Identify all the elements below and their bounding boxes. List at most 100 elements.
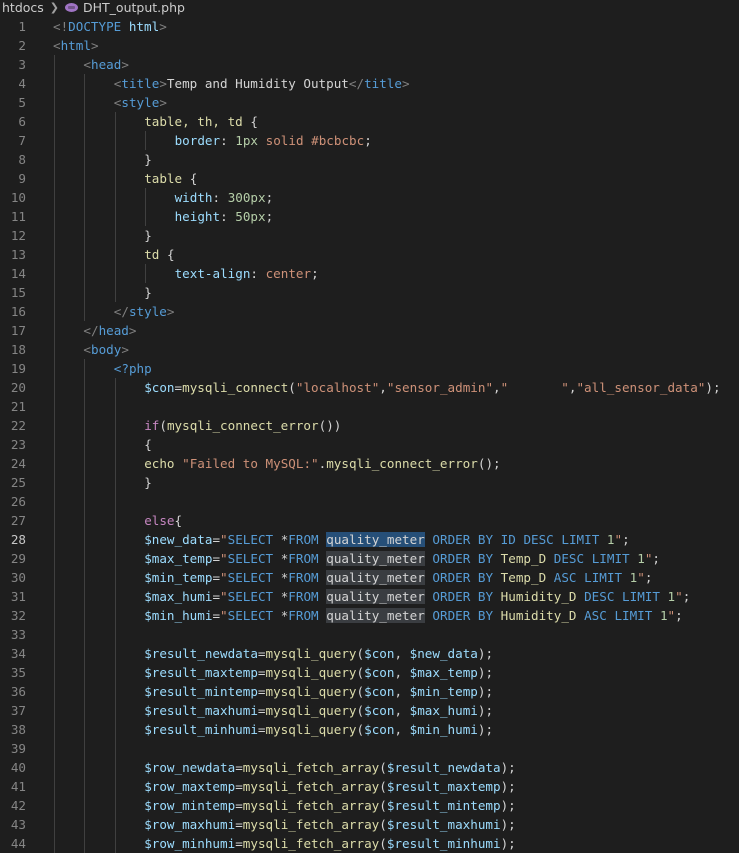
indent-guide	[84, 188, 86, 207]
line-number: 26	[10, 494, 26, 509]
indent-guide	[84, 663, 86, 682]
code-line[interactable]: 34 $result_newdata=mysqli_query($con, $ne…	[0, 644, 739, 663]
breadcrumb-file[interactable]: DHT_output.php	[83, 0, 185, 15]
code-line[interactable]: 5 <style>	[0, 93, 739, 112]
code-line[interactable]: 14 text-align: center;	[0, 264, 739, 283]
code-token: =	[212, 551, 221, 566]
code-line[interactable]: 18 <body>	[0, 340, 739, 359]
code-text: $result_maxhumi=mysqli_query($con, $max_…	[144, 701, 493, 720]
code-line[interactable]: 32 $min_humi="SELECT *FROM quality_meter …	[0, 606, 739, 625]
code-line[interactable]: 10 width: 300px;	[0, 188, 739, 207]
code-line[interactable]: 25}	[0, 473, 739, 492]
indent-guide	[54, 720, 55, 739]
code-line[interactable]: 13 td {	[0, 245, 739, 264]
code-line[interactable]: 42 $row_mintemp=mysqli_fetch_array($resul…	[0, 796, 739, 815]
code-token: SELECT	[227, 570, 274, 585]
breadcrumb-folder[interactable]: htdocs	[2, 0, 44, 15]
code-editor[interactable]: 1 <!DOCTYPE html> 2 <html> 3 <head> 4 <title>Te…	[0, 17, 739, 853]
code-line[interactable]: 22 if(mysqli_connect_error())	[0, 416, 739, 435]
code-token: DESC	[553, 551, 585, 566]
line-number: 15	[10, 285, 26, 300]
code-line[interactable]: 37 $result_maxhumi=mysqli_query($con, $ma…	[0, 701, 739, 720]
code-token: =	[257, 665, 266, 680]
code-text: <!DOCTYPE html>	[53, 17, 167, 36]
indent-guide	[84, 169, 86, 188]
code-line[interactable]: 12}	[0, 226, 739, 245]
indent-guide	[54, 435, 55, 454]
code-text: $row_maxhumi=mysqli_fetch_array($result_…	[144, 815, 516, 834]
code-token: =	[235, 779, 243, 794]
code-line[interactable]: 9 table {	[0, 169, 739, 188]
code-token: ;	[652, 551, 660, 566]
code-line[interactable]: 7 border: 1px solid #bcbcbc;	[0, 131, 739, 150]
code-line[interactable]: 19 <?php	[0, 359, 739, 378]
code-line[interactable]: 3 <head>	[0, 55, 739, 74]
code-line[interactable]: 36 $result_mintemp=mysqli_query($con, $mi…	[0, 682, 739, 701]
indent-guide	[114, 397, 116, 416]
code-text: <head>	[83, 55, 129, 74]
code-line[interactable]: 28 $new_data="SELECT *FROM quality_meter …	[0, 530, 739, 549]
code-token: ORDER BY	[432, 532, 494, 547]
code-line[interactable]: 2 <html>	[0, 36, 739, 55]
code-line[interactable]: 38 $result_minhumi=mysqli_query($con, $mi…	[0, 720, 739, 739]
indent-guide	[114, 549, 116, 568]
code-line[interactable]: 43 $row_maxhumi=mysqli_fetch_array($resul…	[0, 815, 739, 834]
code-line[interactable]: 20 $con=mysqli_connect("localhost","senso…	[0, 378, 739, 397]
code-line[interactable]: 33	[0, 625, 739, 644]
code-token: );	[500, 817, 516, 832]
code-token: (	[379, 817, 387, 832]
code-token: =	[257, 646, 266, 661]
line-number: 19	[10, 361, 26, 376]
code-line[interactable]: 1 <!DOCTYPE html>	[0, 17, 739, 36]
code-text: $row_newdata=mysqli_fetch_array($result_…	[144, 758, 516, 777]
code-token: ())	[318, 418, 342, 433]
code-token: =	[212, 608, 221, 623]
code-token: title	[364, 76, 402, 91]
code-line[interactable]: 15}	[0, 283, 739, 302]
indent-guide	[114, 530, 116, 549]
code-line[interactable]: 4 <title>Temp and Humidity Output</title>	[0, 74, 739, 93]
code-token: $min_temp	[144, 570, 213, 585]
code-line[interactable]: 40 $row_newdata=mysqli_fetch_array($resul…	[0, 758, 739, 777]
code-line[interactable]: 44 $row_minhumi=mysqli_fetch_array($resul…	[0, 834, 739, 853]
code-text: $result_maxtemp=mysqli_query($con, $max_…	[144, 663, 493, 682]
code-token: $result_maxtemp	[144, 665, 258, 680]
code-token: Temp_D	[500, 551, 547, 566]
indent-guide	[84, 701, 86, 720]
code-token: ID	[500, 532, 516, 547]
line-number: 44	[10, 836, 26, 851]
indent-guide	[84, 378, 86, 397]
code-line[interactable]: 24 echo "Failed to MySQL:".mysqli_connect…	[0, 454, 739, 473]
code-line[interactable]: 39	[0, 739, 739, 758]
code-token: {	[144, 437, 152, 452]
code-token: ;	[622, 532, 630, 547]
indent-guide	[54, 454, 55, 473]
code-line[interactable]: 35 $result_maxtemp=mysqli_query($con, $ma…	[0, 663, 739, 682]
code-line[interactable]: 21	[0, 397, 739, 416]
code-text: $row_mintemp=mysqli_fetch_array($result_…	[144, 796, 516, 815]
code-line[interactable]: 11 height: 50px;	[0, 207, 739, 226]
code-line[interactable]: 8}	[0, 150, 739, 169]
code-line[interactable]: 41 $row_maxtemp=mysqli_fetch_array($resul…	[0, 777, 739, 796]
code-line[interactable]: 31 $max_humi="SELECT *FROM quality_meter …	[0, 587, 739, 606]
code-token: LIMIT	[584, 570, 623, 585]
line-number: 42	[10, 798, 26, 813]
code-line[interactable]: 16 </style>	[0, 302, 739, 321]
code-line[interactable]: 26	[0, 492, 739, 511]
code-token: mysqli_query	[265, 684, 357, 699]
code-line[interactable]: 27 else{	[0, 511, 739, 530]
code-token: mysqli_fetch_array	[242, 836, 380, 851]
code-token: ;	[311, 266, 319, 281]
code-token: $con	[364, 646, 395, 661]
code-line[interactable]: 30 $min_temp="SELECT *FROM quality_meter …	[0, 568, 739, 587]
code-token: {	[242, 114, 258, 129]
code-line[interactable]: 17 </head>	[0, 321, 739, 340]
code-text: $row_maxtemp=mysqli_fetch_array($result_…	[144, 777, 516, 796]
code-line[interactable]: 29 $max_temp="SELECT *FROM quality_meter …	[0, 549, 739, 568]
code-line[interactable]: 23 {	[0, 435, 739, 454]
code-line[interactable]: 6 table, th, td {	[0, 112, 739, 131]
indent-guide	[54, 644, 55, 663]
